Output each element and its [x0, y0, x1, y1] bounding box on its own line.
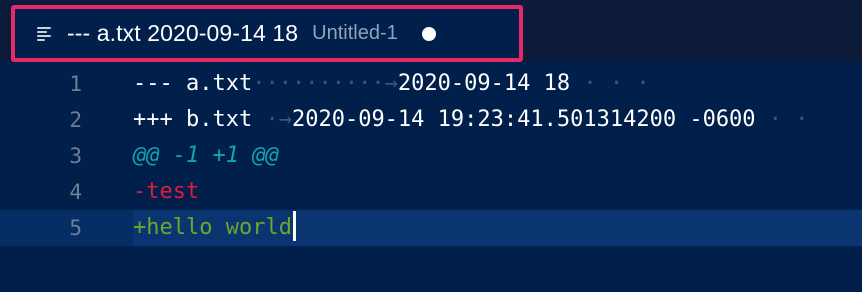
tab-bar: --- a.txt 2020-09-14 18 Untitled-1 — [0, 0, 862, 62]
whitespace-marker: · · — [755, 107, 809, 132]
line-number: 3 — [69, 144, 82, 168]
added-line: +hello world — [133, 215, 292, 240]
hunk-header: @@ -1 +1 @@ — [133, 143, 279, 168]
editor-window: --- a.txt 2020-09-14 18 Untitled-1 1 ---… — [0, 0, 862, 292]
tab-title: --- a.txt 2020-09-14 18 — [67, 20, 299, 46]
text-cursor — [292, 211, 296, 241]
editor-tab[interactable]: --- a.txt 2020-09-14 18 Untitled-1 — [11, 5, 523, 62]
whitespace-marker: ··········→ — [252, 71, 398, 96]
line-text: +++ b.txt — [133, 107, 253, 132]
editor-line: 1 --- a.txt··········→2020-09-14 18 · · … — [0, 66, 862, 102]
lines-icon — [37, 26, 53, 42]
tab-bar-empty-area — [523, 0, 862, 62]
line-number: 4 — [69, 180, 82, 204]
deleted-line: -test — [133, 179, 200, 204]
line-number: 2 — [69, 108, 82, 132]
line-text: 2020-09-14 19:23:41.501314200 -0600 — [291, 107, 756, 132]
whitespace-marker: · · · — [570, 71, 650, 96]
tab-description: Untitled-1 — [312, 22, 398, 44]
line-text: 2020-09-14 18 — [397, 71, 571, 96]
line-number: 5 — [69, 216, 82, 240]
whitespace-marker: ·→ — [252, 107, 292, 132]
line-content: --- a.txt··········→2020-09-14 18 · · · — [133, 66, 650, 102]
line-content: +++ b.txt ·→2020-09-14 19:23:41.50131420… — [133, 102, 809, 138]
unsaved-dot-icon[interactable] — [421, 26, 436, 41]
line-text: --- a.txt — [133, 71, 253, 96]
line-number: 1 — [69, 72, 82, 96]
code-editor[interactable]: 1 --- a.txt··········→2020-09-14 18 · · … — [0, 62, 862, 292]
editor-line: 2 +++ b.txt ·→2020-09-14 19:23:41.501314… — [0, 102, 862, 138]
line-content: +hello world — [133, 210, 296, 246]
editor-line: 4 -test — [0, 174, 862, 210]
editor-line: 3 @@ -1 +1 @@ — [0, 138, 862, 174]
editor-line-current: 5 +hello world — [0, 210, 862, 246]
